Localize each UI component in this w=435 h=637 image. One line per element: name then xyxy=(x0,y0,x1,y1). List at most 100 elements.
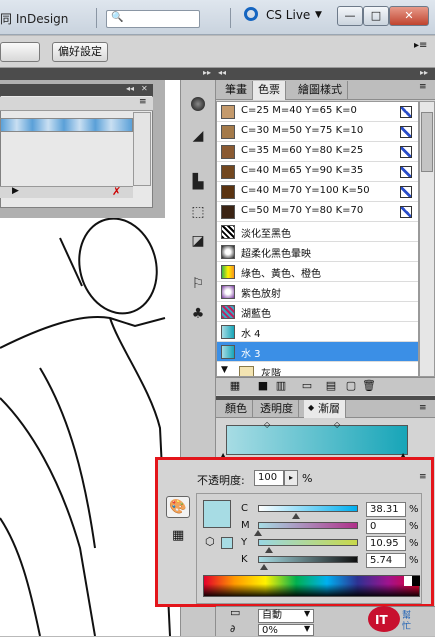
process-color-icon xyxy=(400,186,412,198)
preferences-button[interactable]: 偏好設定 xyxy=(52,42,108,62)
swatch-label: 淡化至黑色 xyxy=(241,229,291,240)
club-icon[interactable]: ♣ xyxy=(188,305,208,323)
panel-menu-icon[interactable]: ≡ xyxy=(419,82,427,92)
show-gradient-swatches-icon[interactable]: ▥ xyxy=(274,379,288,392)
chevron-down-icon[interactable]: ▼ xyxy=(221,365,228,375)
swatch-row[interactable]: 超柔化黑色暈映 xyxy=(217,242,418,262)
swatch-row[interactable]: C=40 M=65 Y=90 K=35 xyxy=(217,162,418,182)
swatch-row[interactable]: 綠色、黃色、橙色 xyxy=(217,262,418,282)
minimize-button[interactable]: — xyxy=(337,6,363,26)
floating-scrollbar[interactable] xyxy=(133,112,151,186)
chevron-down-icon[interactable]: ▼ xyxy=(304,609,310,618)
cs-live-menu[interactable]: CS Live xyxy=(266,8,310,22)
transform-icon[interactable]: ⬚ xyxy=(188,203,208,221)
swatch-chip xyxy=(221,145,235,159)
process-color-icon xyxy=(400,106,412,118)
swatch-chip xyxy=(221,125,235,139)
folder-icon xyxy=(239,366,254,376)
swatch-list[interactable]: C=25 M=40 Y=65 K=0 C=30 M=50 Y=75 K=10 C… xyxy=(216,101,419,377)
panel-header: ▸▸ xyxy=(180,68,216,80)
swatch-chip xyxy=(221,205,235,219)
swatch-row[interactable]: 紫色放射 xyxy=(217,282,418,302)
swatch-chip xyxy=(221,345,235,359)
swatch-view-icon[interactable]: ▭ xyxy=(300,379,314,392)
show-color-swatches-icon[interactable]: ■ xyxy=(256,379,270,392)
title-separator xyxy=(96,8,97,28)
collapse-icon[interactable]: ◂◂ xyxy=(218,68,226,77)
title-bar: 同 InDesign 🔍 CS Live ▼ — □ ✕ xyxy=(0,0,435,35)
maximize-button[interactable]: □ xyxy=(363,6,389,26)
gradient-ramp[interactable] xyxy=(226,425,408,455)
swatch-strip[interactable] xyxy=(0,118,133,132)
delete-swatch-icon[interactable]: 🗑 xyxy=(362,379,376,392)
process-color-icon xyxy=(400,126,412,138)
floating-panel-footer: ▶ ✗ xyxy=(0,185,133,198)
expand-icon[interactable]: ▸▸ xyxy=(420,68,428,77)
swatch-chip xyxy=(221,325,235,339)
pathfinder-icon[interactable]: ◪ xyxy=(188,232,208,250)
swatch-row[interactable]: 湖藍色 xyxy=(217,302,418,322)
swatch-row[interactable]: 水 4 xyxy=(217,322,418,342)
align-icon[interactable]: ▙ xyxy=(188,173,208,191)
delete-icon[interactable]: ✗ xyxy=(112,185,121,198)
tab-swatches[interactable]: 色票 xyxy=(253,81,286,100)
window-title: 同 InDesign xyxy=(0,12,69,26)
floating-panel-header[interactable]: ◂◂ ✕ xyxy=(0,84,153,96)
percent-icon: ∂ xyxy=(230,624,236,635)
process-color-icon xyxy=(400,206,412,218)
swatch-label: C=40 M=65 Y=90 K=35 xyxy=(241,165,364,176)
tab-stroke[interactable]: 筆畫 xyxy=(220,81,253,100)
swatch-group-row[interactable]: ▼ 灰階 xyxy=(217,362,418,376)
swatch-row[interactable]: C=30 M=50 Y=75 K=10 xyxy=(217,122,418,142)
collapse-icon[interactable]: ▸▸ xyxy=(203,68,211,77)
tab-transparency[interactable]: 透明度 xyxy=(255,400,299,418)
search-icon: 🔍 xyxy=(111,12,124,23)
process-color-icon xyxy=(400,166,412,178)
swatch-row[interactable]: C=50 M=70 Y=80 K=70 xyxy=(217,202,418,222)
chevron-down-icon[interactable]: ▼ xyxy=(304,624,310,633)
swatch-label: 水 3 xyxy=(241,349,261,360)
scrollbar-thumb[interactable] xyxy=(421,112,433,172)
show-all-swatches-icon[interactable]: ▦ xyxy=(228,379,242,392)
gradient-midpoint-icon[interactable]: ◇ xyxy=(264,420,270,429)
panel-header xyxy=(0,68,180,80)
swatch-row-selected[interactable]: 水 3 xyxy=(217,342,418,362)
tab-graphic-styles[interactable]: 繪圖樣式 xyxy=(293,81,348,100)
gradient-midpoint-icon[interactable]: ◇ xyxy=(334,420,340,429)
close-icon[interactable]: ✕ xyxy=(141,84,148,93)
character-drawing xyxy=(0,218,171,636)
panel-header: ◂◂ ▸▸ xyxy=(216,68,435,80)
process-color-icon xyxy=(400,146,412,158)
play-icon[interactable]: ▶ xyxy=(12,186,19,196)
floating-panel-tabs: ≡ xyxy=(0,97,153,111)
swatch-label: 超柔化黑色暈映 xyxy=(241,249,311,260)
swatch-row[interactable]: C=35 M=60 Y=80 K=25 xyxy=(217,142,418,162)
new-swatch-icon[interactable]: ▢ xyxy=(344,379,358,392)
swatch-chip xyxy=(221,165,235,179)
svg-text:幫: 幫 xyxy=(402,609,411,621)
tab-color[interactable]: 顏色 xyxy=(220,400,253,418)
swatch-label: 湖藍色 xyxy=(241,309,271,320)
swatch-chip xyxy=(221,245,235,259)
swatch-chip xyxy=(221,305,235,319)
close-button[interactable]: ✕ xyxy=(389,6,429,26)
swatch-label: C=40 M=70 Y=100 K=50 xyxy=(241,185,370,196)
panel-menu-icon[interactable]: ≡ xyxy=(139,97,147,107)
stroke-icon[interactable] xyxy=(188,97,208,115)
gradient-feather-icon[interactable]: ◢ xyxy=(188,127,208,145)
swatch-row[interactable]: C=25 M=40 Y=65 K=0 xyxy=(217,102,418,122)
panel-menu-icon[interactable]: ▸≡ xyxy=(414,40,427,51)
swatch-chip xyxy=(221,105,235,119)
hyperlink-icon[interactable]: ⚐ xyxy=(188,275,208,293)
control-bar-button[interactable] xyxy=(0,42,40,62)
panel-menu-icon[interactable]: ≡ xyxy=(419,403,427,413)
swatch-label: C=30 M=50 Y=75 K=10 xyxy=(241,125,364,136)
highlight-frame xyxy=(155,457,434,607)
swatch-chip xyxy=(221,265,235,279)
svg-text:忙: 忙 xyxy=(402,620,411,632)
swatch-row[interactable]: 淡化至黑色 xyxy=(217,222,418,242)
new-color-group-icon[interactable]: ▤ xyxy=(324,379,338,392)
collapse-icon[interactable]: ◂◂ xyxy=(126,84,134,93)
search-input[interactable]: 🔍 xyxy=(106,10,200,28)
swatch-row[interactable]: C=40 M=70 Y=100 K=50 xyxy=(217,182,418,202)
